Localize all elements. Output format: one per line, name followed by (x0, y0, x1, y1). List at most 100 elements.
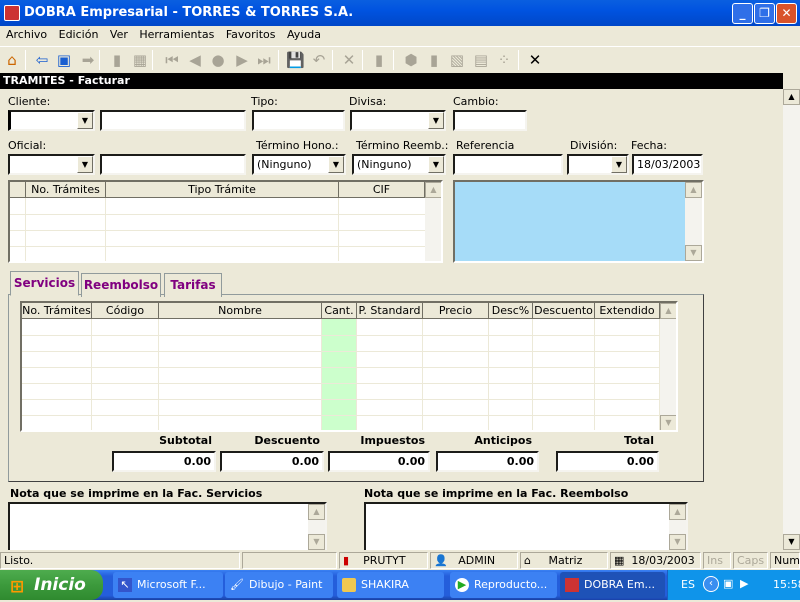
print-preview-icon[interactable]: ▮ (425, 51, 443, 69)
export-icon[interactable]: ▧ (448, 51, 466, 69)
calendar-icon: ▦ (614, 554, 625, 567)
menu-ver[interactable]: Ver (110, 28, 128, 41)
scroll-down-button[interactable]: ▼ (660, 415, 676, 430)
column-header[interactable]: Descuento (533, 303, 595, 319)
column-header[interactable]: Nombre (159, 303, 322, 319)
forward-arrow-icon[interactable]: ➡ (79, 51, 97, 69)
division-combo[interactable]: ▼ (567, 154, 629, 175)
fecha-input[interactable]: 18/03/2003 (632, 154, 703, 175)
scroll-up-button[interactable]: ▲ (425, 182, 441, 198)
taskbar-item-shakira[interactable]: SHAKIRA (337, 572, 444, 598)
clock[interactable]: 15:58 (773, 578, 800, 591)
scroll-up-button[interactable]: ▲ (308, 504, 325, 520)
previous-record-icon[interactable]: ◀ (186, 51, 204, 69)
scroll-up-button[interactable]: ▲ (783, 89, 800, 105)
chevron-down-icon[interactable]: ▼ (77, 112, 93, 129)
menu-edicion[interactable]: Edición (59, 28, 99, 41)
maximize-button[interactable]: ❐ (754, 3, 775, 24)
column-header[interactable]: No. Trámites (26, 182, 106, 198)
scroll-down-button[interactable]: ▼ (308, 534, 325, 550)
wizard-icon[interactable]: ⁘ (495, 51, 513, 69)
info-scrollbar[interactable]: ▲ ▼ (685, 182, 702, 261)
chevron-down-icon[interactable]: ▼ (611, 156, 627, 173)
scroll-up-button[interactable]: ▲ (685, 182, 702, 198)
tipo-input[interactable] (252, 110, 345, 131)
column-header[interactable]: P. Standard (357, 303, 423, 319)
taskbar-item-microsoft[interactable]: ↖ Microsoft F... (113, 572, 223, 598)
delete-icon[interactable]: ✕ (340, 51, 358, 69)
info-box[interactable]: ▲ ▼ (453, 180, 704, 263)
chevron-left-icon[interactable]: ‹ (703, 576, 719, 592)
form-scrollbar[interactable]: ▲ ▼ (783, 89, 800, 550)
termino-hono-combo[interactable]: (Ninguno) ▼ (252, 154, 346, 175)
grid-scrollbar[interactable]: ▲ ▼ (660, 303, 676, 430)
back-arrow-icon[interactable]: ⇦ (33, 51, 51, 69)
scroll-down-button[interactable]: ▼ (685, 245, 702, 261)
close-button[interactable]: ✕ (776, 3, 797, 24)
close-icon[interactable]: ✕ (526, 51, 544, 69)
column-header[interactable]: No. Trámites (22, 303, 92, 319)
minimize-button[interactable]: _ (732, 3, 753, 24)
nota-reembolso-textarea[interactable]: ▲ ▼ (364, 502, 688, 552)
referencia-input[interactable] (453, 154, 563, 175)
report-icon[interactable]: ▤ (472, 51, 490, 69)
column-header[interactable]: Tipo Trámite (106, 182, 339, 198)
column-header[interactable]: Precio (423, 303, 489, 319)
last-record-icon[interactable]: ⏭ (255, 51, 273, 69)
tramites-grid[interactable]: No. Trámites Tipo Trámite CIF ▲ (8, 180, 443, 263)
chevron-down-icon[interactable]: ▼ (428, 112, 444, 129)
folder-icon (342, 578, 356, 592)
oficial-nombre-input[interactable] (100, 154, 246, 175)
volume-icon[interactable]: ▶ (740, 577, 748, 590)
column-header[interactable]: Extendido (595, 303, 660, 319)
start-button[interactable]: ⊞ Inicio (0, 570, 103, 600)
chevron-down-icon[interactable]: ▼ (428, 156, 444, 173)
divisa-combo[interactable]: ▼ (350, 110, 446, 131)
user-icon: 👤 (434, 554, 448, 567)
new-document-icon[interactable]: ▮ (108, 51, 126, 69)
search-icon[interactable]: ● (209, 51, 227, 69)
tab-reembolso[interactable]: Reembolso (81, 273, 161, 297)
column-header[interactable]: Cant. (322, 303, 357, 319)
first-record-icon[interactable]: ⏮ (163, 51, 181, 69)
window-icon[interactable]: ▣ (55, 51, 73, 69)
menu-archivo[interactable]: Archivo (6, 28, 47, 41)
taskbar-item-paint[interactable]: 🖌 Dibujo - Paint (225, 572, 333, 598)
column-header[interactable]: Desc% (489, 303, 533, 319)
network-icon[interactable]: ▣ (723, 577, 733, 590)
save-icon[interactable]: 💾 (286, 51, 305, 69)
language-indicator[interactable]: ES (681, 578, 695, 591)
next-record-icon[interactable]: ▶ (233, 51, 251, 69)
scroll-up-button[interactable]: ▲ (660, 303, 676, 319)
scroll-down-button[interactable]: ▼ (783, 534, 800, 550)
taskbar: ⊞ Inicio ↖ Microsoft F... 🖌 Dibujo - Paint … (0, 570, 800, 600)
home-icon[interactable]: ⌂ (3, 51, 21, 69)
servicios-grid[interactable]: No. Trámites Código Nombre Cant. P. Stan… (20, 301, 678, 432)
chevron-down-icon[interactable]: ▼ (328, 156, 344, 173)
document-icon[interactable]: ▮ (370, 51, 388, 69)
print-icon[interactable]: ⬢ (402, 51, 420, 69)
tab-servicios[interactable]: Servicios (10, 271, 79, 296)
cambio-input[interactable] (453, 110, 527, 131)
cliente-combo[interactable]: ▼ (8, 110, 95, 131)
status-caps: Caps (733, 552, 768, 569)
tab-tarifas[interactable]: Tarifas (164, 273, 222, 297)
cliente-nombre-input[interactable] (100, 110, 246, 131)
scroll-down-button[interactable]: ▼ (669, 534, 686, 550)
oficial-combo[interactable]: ▼ (8, 154, 95, 175)
menu-ayuda[interactable]: Ayuda (287, 28, 321, 41)
taskbar-item-media-player[interactable]: ▶ Reproducto... (450, 572, 557, 598)
scroll-up-button[interactable]: ▲ (669, 504, 686, 520)
column-header[interactable]: CIF (339, 182, 425, 198)
grid-scrollbar[interactable]: ▲ (425, 182, 441, 261)
nota-servicios-textarea[interactable]: ▲ ▼ (8, 502, 327, 552)
chevron-down-icon[interactable]: ▼ (77, 156, 93, 173)
undo-icon[interactable]: ↶ (310, 51, 328, 69)
system-tray: ES ‹ ▣ ▶ 15:58 (667, 570, 800, 600)
column-header[interactable]: Código (92, 303, 159, 319)
menu-favoritos[interactable]: Favoritos (226, 28, 276, 41)
copy-icon[interactable]: ▦ (131, 51, 149, 69)
termino-reemb-combo[interactable]: (Ninguno) ▼ (352, 154, 446, 175)
menu-herramientas[interactable]: Herramientas (139, 28, 214, 41)
taskbar-item-dobra[interactable]: DOBRA Em... (560, 572, 665, 598)
